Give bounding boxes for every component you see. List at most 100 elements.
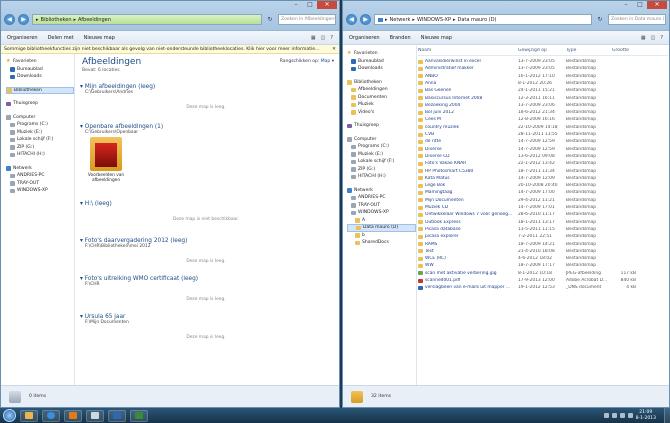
- file-row[interactable]: Ontwikkelaar Windows 7 voor genoeg... 28-…: [418, 211, 636, 218]
- close-icon[interactable]: ✕: [317, 1, 337, 9]
- file-row[interactable]: Mijn Documenten 29-4-2012 11:21 Bestandsma…: [418, 197, 636, 204]
- forward-button[interactable]: ▶: [360, 14, 371, 25]
- show-desktop-button[interactable]: [664, 408, 670, 423]
- file-row[interactable]: WW 18-7-2009 17:17 Bestandsmap: [418, 262, 636, 269]
- nav-share[interactable]: A: [347, 217, 416, 225]
- view-options-icon[interactable]: ▦: [641, 35, 646, 41]
- nav-libraries[interactable]: Bibliotheken: [6, 86, 74, 94]
- nav-drive-e[interactable]: Muziek (E:): [6, 129, 74, 137]
- file-row[interactable]: ANBO 16-1-2012 17:10 Bestandsmap: [418, 73, 636, 80]
- nav-drive-f[interactable]: Lokale schijf (F:): [6, 136, 74, 144]
- taskbar-store[interactable]: [86, 409, 104, 422]
- network-status-icon[interactable]: [611, 413, 617, 418]
- nav-network[interactable]: Netwerk: [6, 165, 74, 173]
- file-row[interactable]: HP Photosmart C5380 18-7-2011 11:34 Bestan…: [418, 168, 636, 175]
- help-icon[interactable]: ?: [660, 35, 663, 41]
- nav-share[interactable]: b: [347, 232, 416, 240]
- section-path[interactable]: F:\Mijn Documenten: [80, 320, 332, 325]
- address-bar[interactable]: ▸ Netwerk ▸ WINDOWS-XP ▸ Data mauro (D): [374, 14, 592, 25]
- tray-arrow-icon[interactable]: [603, 413, 609, 418]
- file-row[interactable]: verslagbeen van e-mails uit mapper ... 19…: [418, 284, 636, 291]
- breadcrumb-part[interactable]: Afbeeldingen: [78, 17, 111, 23]
- nav-network[interactable]: Netwerk: [347, 187, 416, 195]
- nav-music[interactable]: Muziek: [347, 101, 416, 109]
- nav-downloads[interactable]: Downloads: [6, 73, 74, 81]
- column-type[interactable]: Type: [566, 48, 612, 55]
- nav-downloads[interactable]: Downloads: [347, 65, 416, 73]
- file-row[interactable]: Diverse 14-7-2009 12:59 Bestandsmap: [418, 146, 636, 153]
- nav-drive-g[interactable]: ZIP (G:): [6, 144, 74, 152]
- start-button[interactable]: [3, 409, 16, 422]
- help-icon[interactable]: ?: [330, 35, 333, 41]
- column-date[interactable]: Gewijzigd op: [518, 48, 566, 55]
- nav-drive-h[interactable]: HITACHI (H:): [347, 173, 416, 181]
- forward-button[interactable]: ▶: [18, 14, 29, 25]
- file-row[interactable]: Picasa database 13-5-2011 11:15 Bestandsma…: [418, 226, 636, 233]
- section-path[interactable]: F:\CHR\Bibliotheken\mei 2012: [80, 244, 332, 249]
- taskbar-ie[interactable]: [42, 409, 60, 422]
- nav-favorites[interactable]: ★ Favorieten: [347, 50, 416, 58]
- nav-documents[interactable]: Documenten: [347, 94, 416, 102]
- file-row[interactable]: country muziek 22-10-2009 14:18 Bestandsma…: [418, 124, 636, 131]
- nav-network-pc[interactable]: ANDRIES-PC: [6, 172, 74, 180]
- refresh-icon[interactable]: ↻: [595, 14, 605, 25]
- taskbar-excel[interactable]: [130, 409, 148, 422]
- nav-computer[interactable]: Computer: [6, 114, 74, 122]
- nav-network-pc[interactable]: TRAY-OUT: [347, 202, 416, 210]
- file-row[interactable]: Lege Bok 20-10-2008 20:40 Bestandsmap: [418, 182, 636, 189]
- breadcrumb-part[interactable]: Data mauro (D): [458, 17, 497, 23]
- nav-libraries[interactable]: Bibliotheken: [347, 79, 416, 87]
- nav-favorites[interactable]: ★ Favorieten: [6, 58, 74, 66]
- nav-drive-e[interactable]: Muziek (E:): [347, 151, 416, 159]
- file-row[interactable]: Aanvalsdierwinst in excel 13-7-2009 23:05…: [418, 58, 636, 65]
- maximize-icon[interactable]: □: [633, 1, 647, 9]
- volume-icon[interactable]: [619, 413, 625, 418]
- file-row[interactable]: picasa explorer 7-2-2011 22:51 Bestandsmap: [418, 233, 636, 240]
- nav-drive-g[interactable]: ZIP (G:): [347, 166, 416, 174]
- file-row[interactable]: Bezoeking 2004 13-7-2009 23:06 Bestandsmap: [418, 102, 636, 109]
- file-row[interactable]: Outlook Express 18-1-2011 13:17 Bestandsma…: [418, 219, 636, 226]
- nav-share[interactable]: SharedDocs: [347, 239, 416, 247]
- nav-drive-h[interactable]: HITACHI (H:): [6, 151, 74, 159]
- flag-icon[interactable]: [627, 413, 633, 418]
- nav-network-pc[interactable]: ANDRIES-PC: [347, 194, 416, 202]
- file-row[interactable]: Test 21-4-2010 18:08 Bestandsmap: [418, 248, 636, 255]
- maximize-icon[interactable]: □: [303, 1, 317, 9]
- file-row[interactable]: Diverse CD 13-6-2012 09:08 Bestandsmap: [418, 153, 636, 160]
- file-row[interactable]: Anna 8-1-2012 20:26 Bestandsmap: [418, 80, 636, 87]
- view-options-icon[interactable]: ▦: [311, 35, 316, 41]
- nav-computer[interactable]: Computer: [347, 136, 416, 144]
- file-row[interactable]: scanned001.pdf 17-9-2013 12:00 Adobe Acrob…: [418, 277, 636, 284]
- nav-drive-f[interactable]: Lokale schijf (F:): [347, 158, 416, 166]
- new-folder-button[interactable]: Nieuwe map: [421, 35, 452, 41]
- nav-homegroup[interactable]: Thuisgroep: [6, 100, 74, 108]
- nav-homegroup[interactable]: Thuisgroep: [347, 122, 416, 130]
- close-icon[interactable]: ✕: [647, 1, 667, 9]
- file-row[interactable]: Cees M 12-8-2009 16:16 Bestandsmap: [418, 116, 636, 123]
- back-button[interactable]: ◀: [346, 14, 357, 25]
- section-path[interactable]: C:\Gebruikers\Andries: [80, 90, 332, 95]
- close-infobar-icon[interactable]: ✕: [332, 45, 336, 53]
- burn-button[interactable]: Branden: [390, 35, 411, 41]
- clock[interactable]: 21:09 8-1-2013: [636, 410, 656, 421]
- nav-pictures[interactable]: Afbeeldingen: [347, 86, 416, 94]
- breadcrumb-part[interactable]: Bibliotheken: [41, 17, 72, 23]
- file-row[interactable]: Administratief makker 13-7-2009 23:05 Best…: [418, 65, 636, 72]
- taskbar-word[interactable]: [108, 409, 126, 422]
- nav-network-pc[interactable]: WINDOWS-XP: [6, 187, 74, 195]
- section-path[interactable]: F:\CHR: [80, 282, 332, 287]
- file-row[interactable]: RAMS 18-7-2009 14:21 Bestandsmap: [418, 241, 636, 248]
- search-input[interactable]: Zoeken in Data mauro (D) ⚲: [608, 14, 666, 25]
- section-heading[interactable]: ▾ H:\ (leeg): [80, 201, 332, 207]
- nav-share-selected[interactable]: Data mauro (D): [347, 224, 416, 232]
- taskbar-explorer[interactable]: [20, 409, 38, 422]
- arrange-value[interactable]: Map: [321, 59, 331, 64]
- nav-network-pc[interactable]: WINDOWS-XP: [347, 209, 416, 217]
- column-name[interactable]: Naam: [418, 48, 518, 55]
- info-bar[interactable]: Sommige bibliotheekfuncties zijn niet be…: [1, 45, 339, 54]
- search-input[interactable]: Zoeken in Afbeeldingen ⚲: [278, 14, 336, 25]
- refresh-icon[interactable]: ↻: [265, 14, 275, 25]
- library-subtitle[interactable]: Bevat: 6 locaties: [82, 68, 120, 73]
- organize-menu[interactable]: Organiseren: [349, 35, 380, 41]
- sample-pictures-folder[interactable]: Voorbeelden van afbeeldingen: [86, 137, 126, 183]
